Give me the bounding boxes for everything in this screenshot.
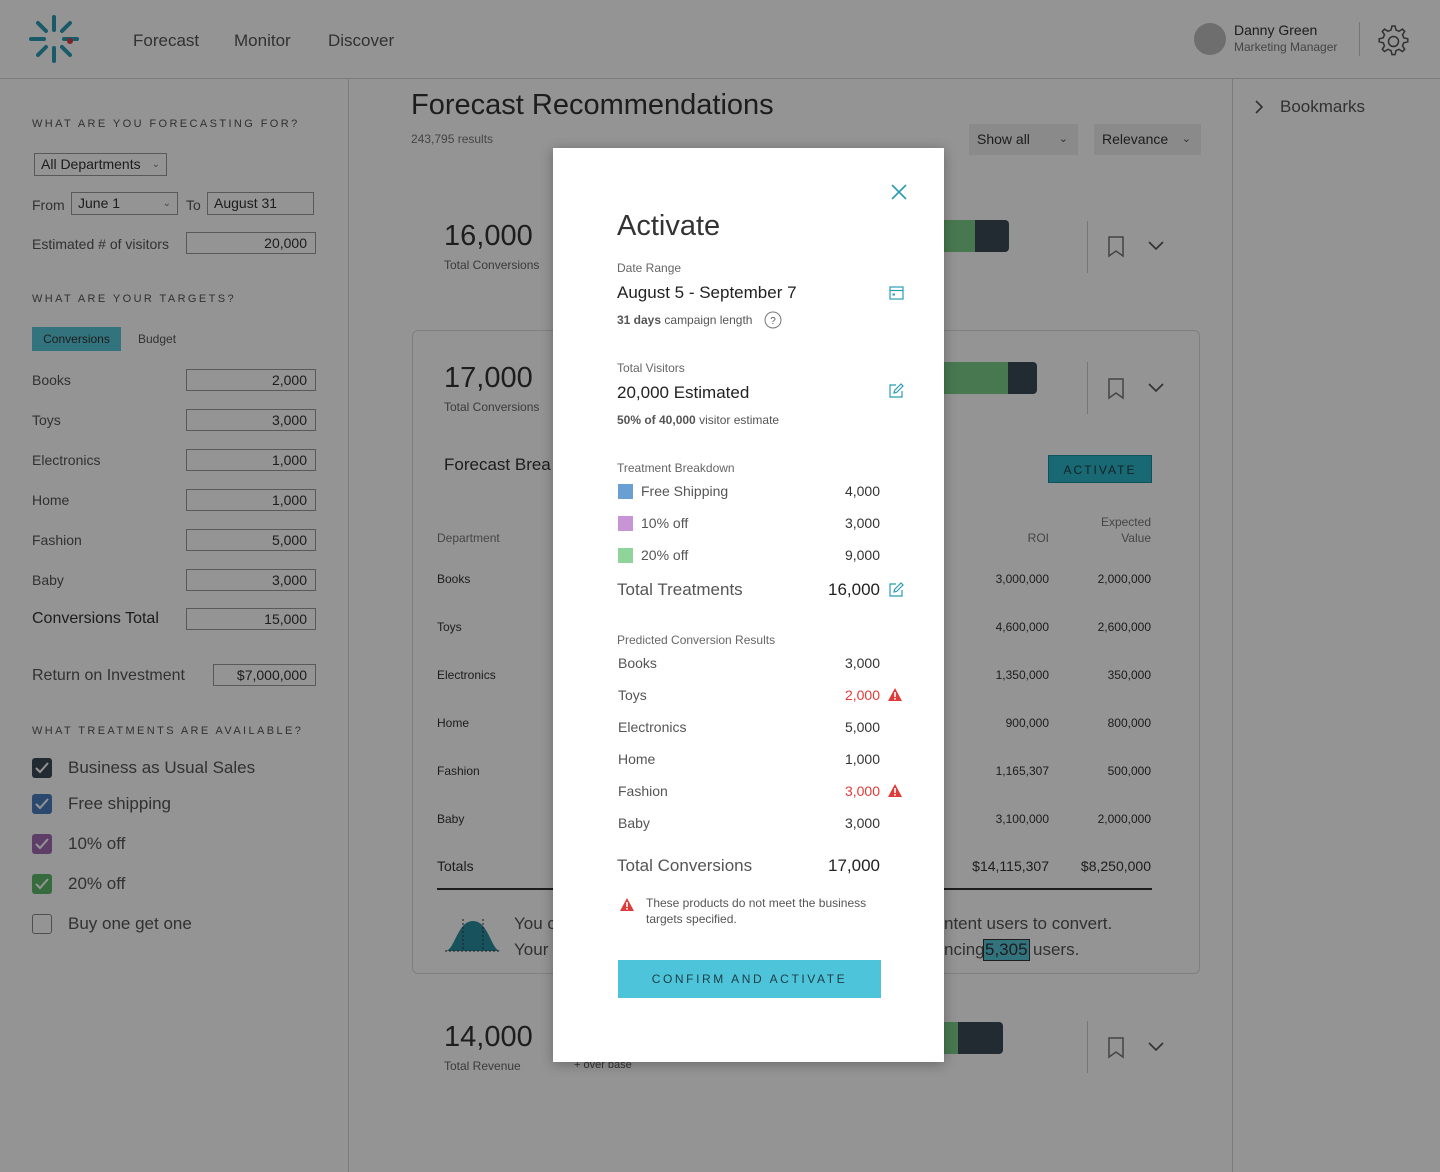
visitors-text: visitor estimate — [699, 413, 780, 427]
visitors-caption: Total Visitors — [617, 361, 685, 375]
treatment-label: 20% off — [641, 547, 689, 563]
predicted-label: Toys — [618, 687, 647, 703]
campaign-length: 31 days campaign length — [617, 313, 752, 327]
treatment-label: 10% off — [641, 515, 689, 531]
treatment-caption: Treatment Breakdown — [617, 461, 735, 475]
confirm-and-activate-button[interactable]: CONFIRM AND ACTIVATE — [618, 960, 881, 998]
date-range-caption: Date Range — [617, 261, 682, 275]
predicted-value: 1,000 — [844, 751, 880, 767]
predicted-label: Fashion — [618, 783, 668, 799]
predicted-label: Books — [618, 655, 657, 671]
swatch-free-shipping — [618, 484, 633, 499]
predicted-value: 5,000 — [844, 719, 880, 735]
campaign-days: 31 days — [617, 313, 662, 327]
calendar-icon[interactable] — [889, 285, 904, 300]
campaign-text: campaign length — [664, 313, 753, 327]
total-conversions-value: 17,000 — [828, 856, 880, 875]
warning-icon — [888, 784, 902, 797]
warning-icon — [888, 688, 902, 701]
warning-note: These products do not meet the business … — [646, 896, 867, 926]
total-treatments-value: 16,000 — [828, 580, 880, 599]
close-icon[interactable] — [890, 183, 908, 201]
activate-modal: Activate Date Range August 5 - September… — [553, 148, 944, 1062]
treatment-label: Free Shipping — [641, 483, 729, 499]
predicted-caption: Predicted Conversion Results — [617, 633, 776, 647]
predicted-value: 3,000 — [844, 783, 880, 799]
warning-icon — [620, 898, 634, 911]
date-range-value: August 5 - September 7 — [617, 283, 797, 302]
visitors-pct: 50% of 40,000 — [617, 413, 696, 427]
predicted-value: 3,000 — [844, 815, 880, 831]
predicted-label: Home — [618, 751, 656, 767]
visitors-estimate: 50% of 40,000 visitor estimate — [617, 413, 779, 427]
edit-icon[interactable] — [889, 582, 904, 597]
visitors-value: 20,000 Estimated — [617, 383, 750, 402]
swatch-20-off — [618, 548, 633, 563]
edit-icon[interactable] — [889, 383, 904, 398]
predicted-label: Baby — [618, 815, 650, 831]
treatment-value: 4,000 — [844, 483, 880, 499]
help-icon[interactable]: ? — [764, 311, 782, 329]
svg-text:?: ? — [770, 316, 776, 327]
total-conversions-label: Total Conversions — [617, 856, 753, 875]
predicted-value: 3,000 — [844, 655, 880, 671]
modal-title: Activate — [617, 210, 721, 242]
total-treatments-label: Total Treatments — [617, 580, 743, 599]
treatment-value: 3,000 — [844, 515, 880, 531]
treatment-value: 9,000 — [844, 547, 880, 563]
swatch-10-off — [618, 516, 633, 531]
predicted-label: Electronics — [618, 719, 687, 735]
predicted-value: 2,000 — [844, 687, 880, 703]
